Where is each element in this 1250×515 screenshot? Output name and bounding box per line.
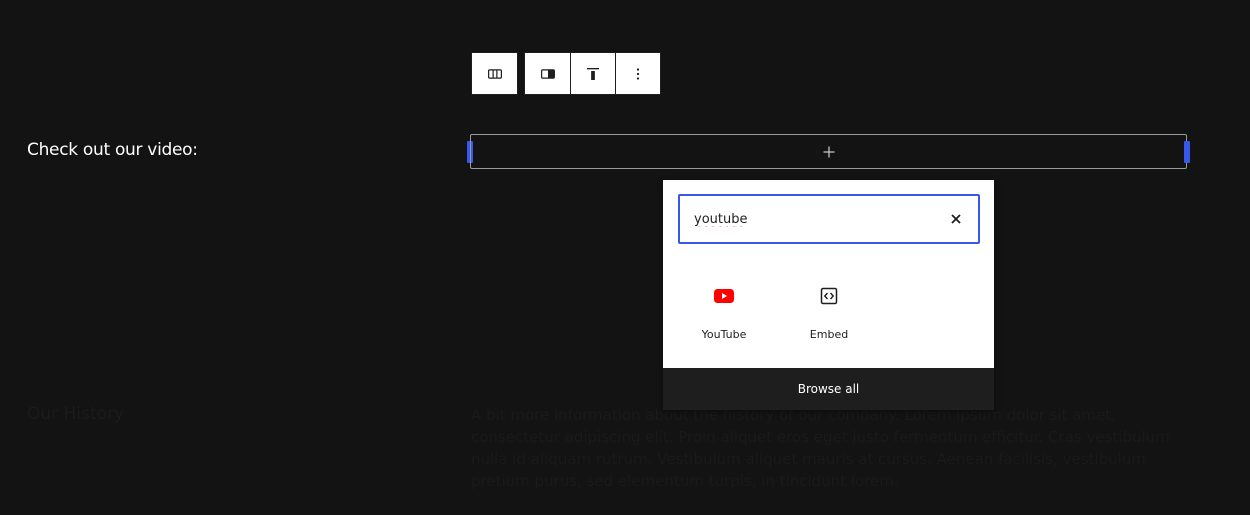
block-option-label: Embed [809, 328, 849, 341]
options-button[interactable] [615, 53, 660, 94]
resize-handle-right[interactable] [1184, 141, 1190, 163]
columns-layout-icon [540, 68, 555, 79]
block-option-youtube[interactable]: YouTube [684, 284, 764, 341]
toolbar-group-controls [524, 52, 661, 95]
block-search-input[interactable] [694, 208, 934, 230]
more-options-icon [636, 67, 640, 80]
youtube-icon [684, 284, 764, 308]
columns-block-icon [487, 68, 502, 79]
columns-layout-button[interactable] [525, 53, 570, 94]
block-inserter-popover: YouTube Embed Browse all [663, 180, 994, 410]
block-option-label: YouTube [701, 328, 747, 341]
block-option-embed[interactable]: Embed [789, 284, 869, 341]
plus-icon [823, 146, 834, 157]
toolbar-group-block-type [471, 52, 518, 95]
history-paragraph[interactable]: A bit more information about the history… [471, 404, 1171, 492]
clear-search-button[interactable] [944, 207, 968, 231]
block-appender[interactable] [470, 134, 1187, 169]
close-icon [951, 214, 961, 224]
block-type-button[interactable] [472, 53, 517, 94]
embed-icon [789, 284, 869, 308]
video-heading[interactable]: Check out our video: [27, 140, 198, 160]
search-box [678, 194, 980, 244]
vertical-align-button[interactable] [570, 53, 615, 94]
align-top-icon [587, 67, 599, 80]
history-heading[interactable]: Our History [27, 404, 124, 424]
browse-all-button[interactable]: Browse all [663, 368, 994, 410]
block-toolbar [471, 52, 661, 95]
editor-canvas: Check out our video: Our History A bit m… [0, 0, 1250, 515]
